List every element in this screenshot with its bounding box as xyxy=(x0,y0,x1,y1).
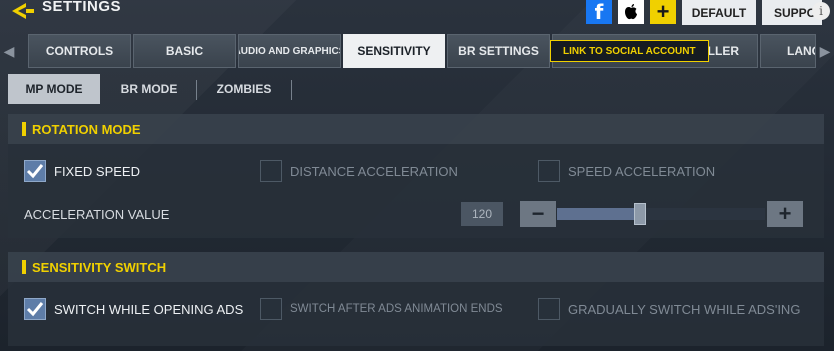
tab-language[interactable]: LANGUAGE xyxy=(760,34,816,68)
page-title: SETTINGS xyxy=(42,0,122,15)
gradual-switch-checkbox[interactable] xyxy=(538,298,560,320)
subtab-divider xyxy=(291,80,292,100)
slider-fill xyxy=(557,208,641,220)
add-account-button[interactable]: + xyxy=(650,0,676,24)
speed-acceleration-option[interactable]: SPEED ACCELERATION xyxy=(538,160,715,182)
tab-controls[interactable]: CONTROLS xyxy=(28,34,131,68)
increase-button[interactable]: + xyxy=(767,201,803,227)
fixed-speed-option[interactable]: FIXED SPEED xyxy=(24,160,140,182)
acceleration-value-display: 120 xyxy=(461,202,503,226)
switch-opening-ads-option[interactable]: SWITCH WHILE OPENING ADS xyxy=(24,298,243,320)
header-accent-bar xyxy=(22,122,26,136)
tabs-left-arrow-icon[interactable]: ◀ xyxy=(2,42,16,60)
fixed-speed-label: FIXED SPEED xyxy=(54,163,140,179)
tab-sensitivity[interactable]: SENSITIVITY xyxy=(343,34,445,68)
rotation-mode-panel: ROTATION MODE FIXED SPEED DISTANCE ACCEL… xyxy=(8,114,824,238)
subtab-zombies[interactable]: ZOMBIES xyxy=(198,74,290,104)
switch-opening-ads-checkbox[interactable] xyxy=(24,298,46,320)
tab-basic[interactable]: BASIC xyxy=(133,34,236,68)
switch-after-ads-checkbox[interactable] xyxy=(260,298,282,320)
checkmark-icon xyxy=(26,164,44,179)
subtab-mp-mode[interactable]: MP MODE xyxy=(8,74,100,104)
distance-acceleration-checkbox[interactable] xyxy=(260,160,282,182)
switch-after-ads-label: SWITCH AFTER ADS ANIMATION ENDS xyxy=(290,303,503,315)
acceleration-slider[interactable] xyxy=(557,203,765,225)
distance-acceleration-option[interactable]: DISTANCE ACCELERATION xyxy=(260,160,458,182)
slider-thumb[interactable] xyxy=(634,203,647,225)
speed-acceleration-checkbox[interactable] xyxy=(538,160,560,182)
gradual-switch-label: GRADUALLY SWITCH WHILE ADS'ING xyxy=(568,301,801,317)
subtab-br-mode[interactable]: BR MODE xyxy=(104,74,194,104)
acceleration-value-label: ACCELERATION VALUE xyxy=(24,207,170,222)
apple-icon[interactable] xyxy=(618,0,644,24)
back-button[interactable] xyxy=(4,0,42,22)
rotation-mode-title: ROTATION MODE xyxy=(32,121,141,137)
switch-opening-ads-label: SWITCH WHILE OPENING ADS xyxy=(54,301,244,317)
top-bar: SETTINGS f + DEFAULT SUPPORT i xyxy=(0,0,834,32)
back-arrow-icon xyxy=(12,3,34,19)
decrease-button[interactable]: − xyxy=(520,201,556,227)
default-button[interactable]: DEFAULT xyxy=(682,0,756,25)
facebook-icon[interactable]: f xyxy=(586,0,612,24)
subtab-divider xyxy=(196,80,197,100)
tab-br-settings[interactable]: BR SETTINGS xyxy=(447,34,550,68)
gradual-switch-option[interactable]: GRADUALLY SWITCH WHILE ADS'ING xyxy=(538,298,800,320)
social-link-tooltip: LINK TO SOCIAL ACCOUNT xyxy=(550,40,709,62)
header-accent-bar xyxy=(22,260,26,274)
distance-acceleration-label: DISTANCE ACCELERATION xyxy=(290,163,458,179)
info-icon[interactable]: i xyxy=(812,2,830,20)
sensitivity-switch-title: SENSITIVITY SWITCH xyxy=(32,259,167,275)
checkmark-icon xyxy=(26,302,44,317)
speed-acceleration-label: SPEED ACCELERATION xyxy=(568,163,716,179)
tab-audio-graphics[interactable]: AUDIO AND GRAPHICS xyxy=(238,34,341,68)
settings-tabs: ◀ CONTROLS BASIC AUDIO AND GRAPHICS SENS… xyxy=(0,32,834,68)
sensitivity-switch-header: SENSITIVITY SWITCH xyxy=(8,252,824,282)
sensitivity-switch-panel: SENSITIVITY SWITCH SWITCH WHILE OPENING … xyxy=(8,252,824,346)
rotation-mode-header: ROTATION MODE xyxy=(8,114,824,144)
switch-after-ads-option[interactable]: SWITCH AFTER ADS ANIMATION ENDS xyxy=(260,298,503,320)
apple-logo-icon xyxy=(625,4,637,20)
tabs-right-arrow-icon[interactable]: ▶ xyxy=(818,42,832,60)
fixed-speed-checkbox[interactable] xyxy=(24,160,46,182)
